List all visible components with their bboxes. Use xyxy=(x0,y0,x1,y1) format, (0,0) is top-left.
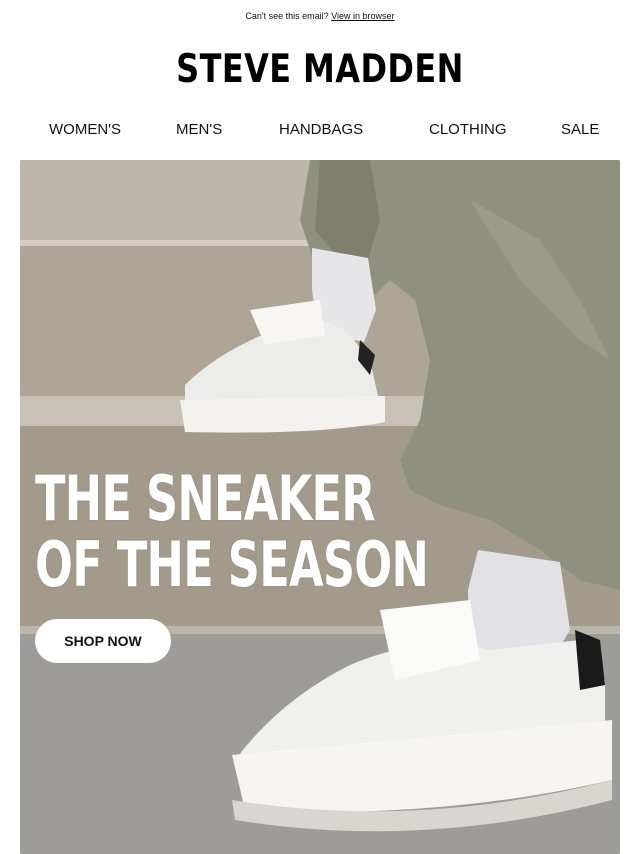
nav-item-mens[interactable]: MEN'S xyxy=(176,121,222,138)
hero-headline: THE SNEAKER OF THE SEASON xyxy=(35,462,429,601)
nav-item-womens[interactable]: WOMEN'S xyxy=(49,121,121,138)
nav-item-clothing[interactable]: CLOTHING xyxy=(429,121,507,138)
preheader-text: Can't see this email? xyxy=(245,11,329,21)
preheader: Can't see this email? View in browser xyxy=(0,11,640,21)
hero-banner[interactable]: THE SNEAKER OF THE SEASON SHOP NOW xyxy=(20,160,620,854)
hero-headline-line2: OF THE SEASON xyxy=(35,528,429,601)
view-in-browser-link[interactable]: View in browser xyxy=(331,11,394,21)
main-nav: WOMEN'S MEN'S HANDBAGS CLOTHING SALE xyxy=(0,121,640,141)
brand-logo[interactable]: STEVE MADDEN xyxy=(58,46,583,94)
hero-headline-line1: THE SNEAKER xyxy=(35,462,376,535)
nav-item-sale[interactable]: SALE xyxy=(561,121,599,138)
nav-item-handbags[interactable]: HANDBAGS xyxy=(279,121,363,138)
shop-now-button[interactable]: SHOP NOW xyxy=(35,619,171,663)
